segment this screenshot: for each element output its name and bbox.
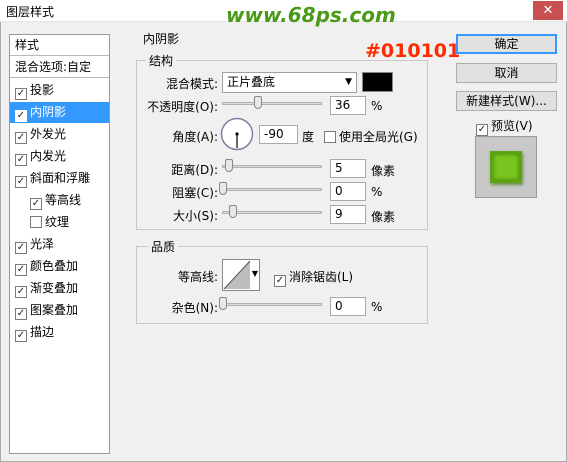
opacity-unit: % [371,99,383,113]
distance-label: 距离(D): [171,163,218,177]
checkbox-icon [324,131,336,143]
angle-dial-icon [220,117,254,151]
distance-input[interactable]: 5 [330,159,366,178]
angle-label: 角度(A): [172,130,218,144]
size-label: 大小(S): [172,209,218,223]
size-slider-thumb[interactable] [229,205,237,218]
noise-label: 杂色(N): [171,301,218,315]
sidebar-item[interactable]: ✓ 内阴影 [10,102,109,123]
shadow-color-swatch[interactable] [362,72,393,92]
checkbox-icon: ✓ [274,275,286,287]
ok-button[interactable]: 确定 [456,34,557,54]
panel-title: 内阴影 [143,32,180,46]
checkbox-icon[interactable]: ✓ [15,242,27,254]
blend-mode-select[interactable]: 正片叠底 ▼ [222,72,357,93]
style-list-header: 样式 [10,35,109,56]
choke-input[interactable]: 0 [330,182,366,201]
angle-input[interactable]: -90 [259,125,298,144]
chevron-down-icon: ▼ [345,77,352,87]
new-style-button[interactable]: 新建样式(W)... [456,91,557,111]
sidebar-item-label: 图案叠加 [30,303,79,317]
global-light-checkbox[interactable]: 使用全局光(G) [324,128,418,145]
blend-options-item[interactable]: 混合选项:自定 [10,57,109,78]
opacity-input[interactable]: 36 [330,96,366,115]
distance-slider[interactable] [222,165,322,168]
antialias-checkbox[interactable]: ✓ 消除锯齿(L) [274,268,353,287]
chevron-down-icon: ▼ [251,269,258,278]
sidebar-item[interactable]: ✓ 投影 [10,80,109,101]
size-input[interactable]: 9 [330,205,366,224]
angle-dial[interactable] [220,117,254,151]
sidebar-item[interactable]: ✓ 斜面和浮雕 [10,168,109,189]
structure-title: 结构 [146,52,177,69]
style-preview [475,136,537,198]
opacity-slider-thumb[interactable] [254,96,262,109]
close-button[interactable]: ✕ [533,1,563,20]
checkbox-icon[interactable]: ✓ [15,132,27,144]
window-title: 图层样式 [6,5,55,19]
angle-unit: 度 [302,130,315,144]
blend-mode-label: 混合模式: [165,77,218,91]
choke-slider[interactable] [222,188,322,191]
sidebar-item[interactable]: ✓ 渐变叠加 [10,278,109,299]
sidebar-item-label: 光泽 [30,237,55,251]
style-list: 样式 混合选项:自定 ✓ 投影 ✓ 内阴影 ✓ 外发光 ✓ 内发光 ✓ 斜面和浮雕 ✓ 等高线 纹理 ✓ 光… [9,34,110,454]
preview-checkbox[interactable]: ✓ 预览(V) [476,117,533,136]
contour-label: 等高线: [177,270,218,284]
distance-unit: 像素 [371,164,396,178]
quality-title: 品质 [148,238,179,255]
color-annotation: #010101 [365,40,461,62]
contour-picker[interactable]: ▼ [222,259,260,291]
sidebar-item-label: 投影 [30,83,55,97]
checkbox-icon[interactable]: ✓ [15,286,27,298]
checkbox-icon[interactable]: ✓ [15,264,27,276]
choke-unit: % [371,185,383,199]
sidebar-item-label: 颜色叠加 [30,259,79,273]
contour-curve-icon [223,260,251,290]
sidebar-item[interactable]: ✓ 等高线 [10,190,109,211]
checkbox-icon[interactable]: ✓ [15,176,27,188]
checkbox-icon[interactable]: ✓ [15,88,27,100]
opacity-label: 不透明度(O): [147,100,218,114]
checkbox-icon[interactable]: ✓ [15,110,27,122]
noise-slider-thumb[interactable] [219,297,227,310]
noise-input[interactable]: 0 [330,297,366,316]
preview-swatch [490,151,522,183]
sidebar-item[interactable]: 纹理 [10,212,109,233]
antialias-label: 消除锯齿(L) [289,270,354,284]
sidebar-item[interactable]: ✓ 内发光 [10,146,109,167]
choke-label: 阻塞(C): [172,186,218,200]
distance-slider-thumb[interactable] [225,159,233,172]
global-light-label: 使用全局光(G) [339,130,418,144]
choke-slider-thumb[interactable] [219,182,227,195]
sidebar-item-label: 纹理 [45,215,70,229]
checkbox-icon[interactable]: ✓ [15,330,27,342]
noise-unit: % [371,300,383,314]
checkbox-icon[interactable]: ✓ [15,154,27,166]
sidebar-item-label: 渐变叠加 [30,281,79,295]
blend-mode-value: 正片叠底 [227,75,276,89]
size-unit: 像素 [371,210,396,224]
size-slider[interactable] [222,211,322,214]
checkbox-icon[interactable]: ✓ [15,308,27,320]
sidebar-item[interactable]: ✓ 颜色叠加 [10,256,109,277]
sidebar-item-label: 内发光 [30,149,67,163]
cancel-button[interactable]: 取消 [456,63,557,83]
sidebar-item[interactable]: ✓ 外发光 [10,124,109,145]
checkbox-icon: ✓ [476,124,488,136]
sidebar-item[interactable]: ✓ 描边 [10,322,109,343]
checkbox-icon[interactable] [30,216,42,228]
noise-slider[interactable] [222,303,322,306]
sidebar-item-label: 等高线 [45,193,82,207]
sidebar-item[interactable]: ✓ 光泽 [10,234,109,255]
checkbox-icon[interactable]: ✓ [30,198,42,210]
preview-label: 预览(V) [491,119,533,133]
opacity-slider[interactable] [222,102,322,105]
sidebar-item-label: 斜面和浮雕 [30,171,91,185]
sidebar-item-label: 描边 [30,325,55,339]
sidebar-item-label: 内阴影 [30,105,67,119]
sidebar-item[interactable]: ✓ 图案叠加 [10,300,109,321]
sidebar-item-label: 外发光 [30,127,67,141]
